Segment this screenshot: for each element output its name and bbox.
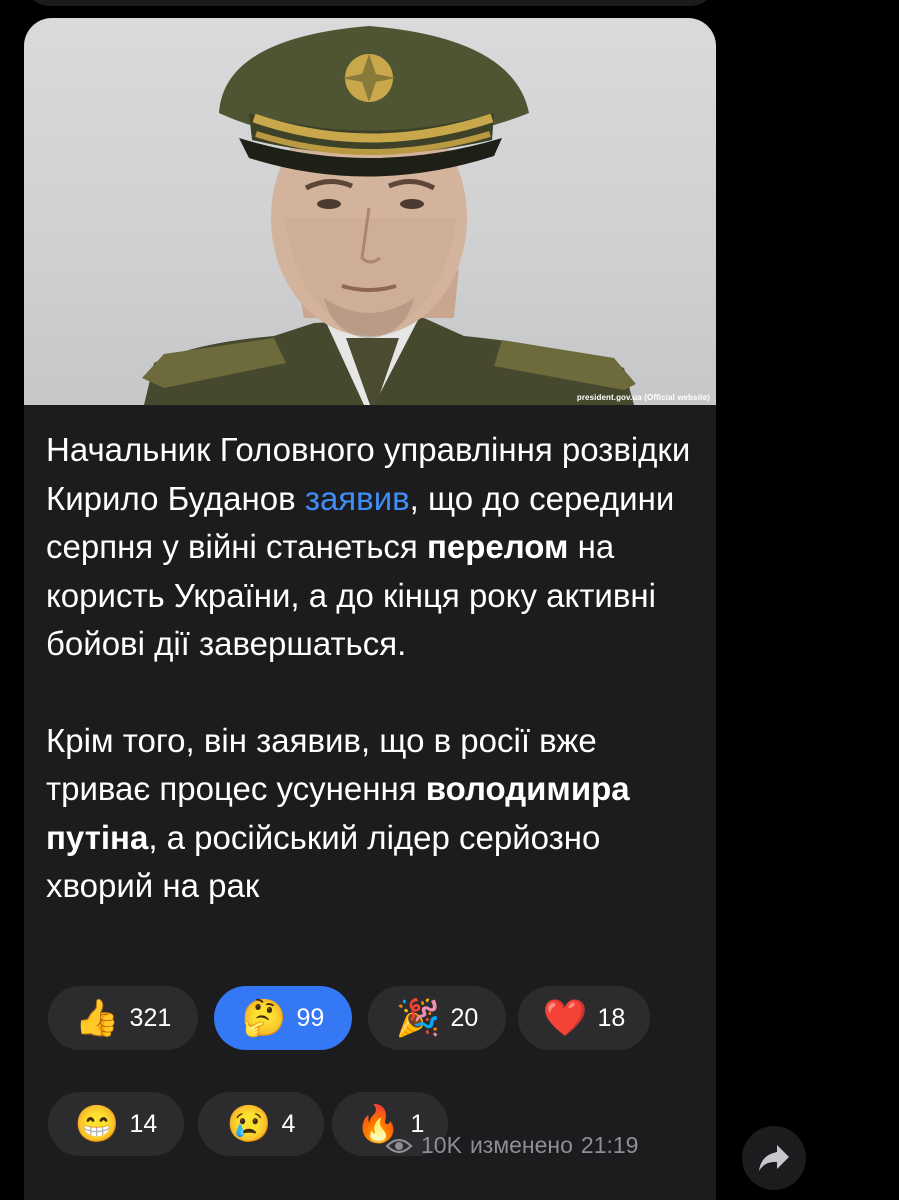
reaction-party-popper[interactable]: 🎉 20 [368, 986, 506, 1050]
reaction-count: 4 [281, 1109, 296, 1138]
thinking-face-icon: 🤔 [241, 997, 287, 1038]
reaction-count: 18 [597, 1003, 626, 1032]
message-meta: 10K изменено 21:19 [385, 1132, 638, 1159]
reaction-count: 14 [129, 1109, 158, 1138]
post-text: Начальник Головного управління розвідки … [46, 426, 698, 911]
edited-label: изменено [469, 1132, 573, 1158]
paragraph-1: Начальник Головного управління розвідки … [46, 426, 698, 669]
image-credit: president.gov.ua (Official website) [576, 393, 710, 402]
reaction-crying-face[interactable]: 😢 4 [198, 1092, 324, 1156]
reaction-red-heart[interactable]: ❤️ 18 [518, 986, 650, 1050]
red-heart-icon: ❤️ [542, 997, 588, 1038]
share-button[interactable] [742, 1126, 806, 1190]
reaction-count: 321 [129, 1003, 172, 1032]
paragraph-2: Крім того, він заявив, що в росії вже тр… [46, 717, 698, 911]
previous-message-bubble [24, 0, 716, 6]
eye-icon [385, 1138, 413, 1153]
link-zaiavyv[interactable]: заявив [305, 480, 410, 517]
officer-portrait-illustration [142, 26, 636, 405]
view-count: 10K [421, 1132, 462, 1158]
reaction-thinking-face[interactable]: 🤔 99 [214, 986, 352, 1050]
party-popper-icon: 🎉 [395, 997, 441, 1038]
crying-face-icon: 😢 [226, 1103, 272, 1144]
grinning-face-icon: 😁 [74, 1103, 120, 1144]
thumbs-up-icon: 👍 [74, 997, 120, 1038]
share-arrow-icon [759, 1145, 789, 1171]
reaction-grinning-face[interactable]: 😁 14 [48, 1092, 184, 1156]
bold-text: перелом [426, 528, 569, 565]
reaction-count: 20 [450, 1003, 479, 1032]
channel-post-bubble[interactable]: president.gov.ua (Official website) Нача… [24, 18, 716, 1200]
post-photo[interactable]: president.gov.ua (Official website) [24, 18, 716, 405]
reaction-count: 99 [296, 1003, 325, 1032]
message-time: 21:19 [580, 1132, 639, 1158]
reaction-thumbs-up[interactable]: 👍 321 [48, 986, 198, 1050]
